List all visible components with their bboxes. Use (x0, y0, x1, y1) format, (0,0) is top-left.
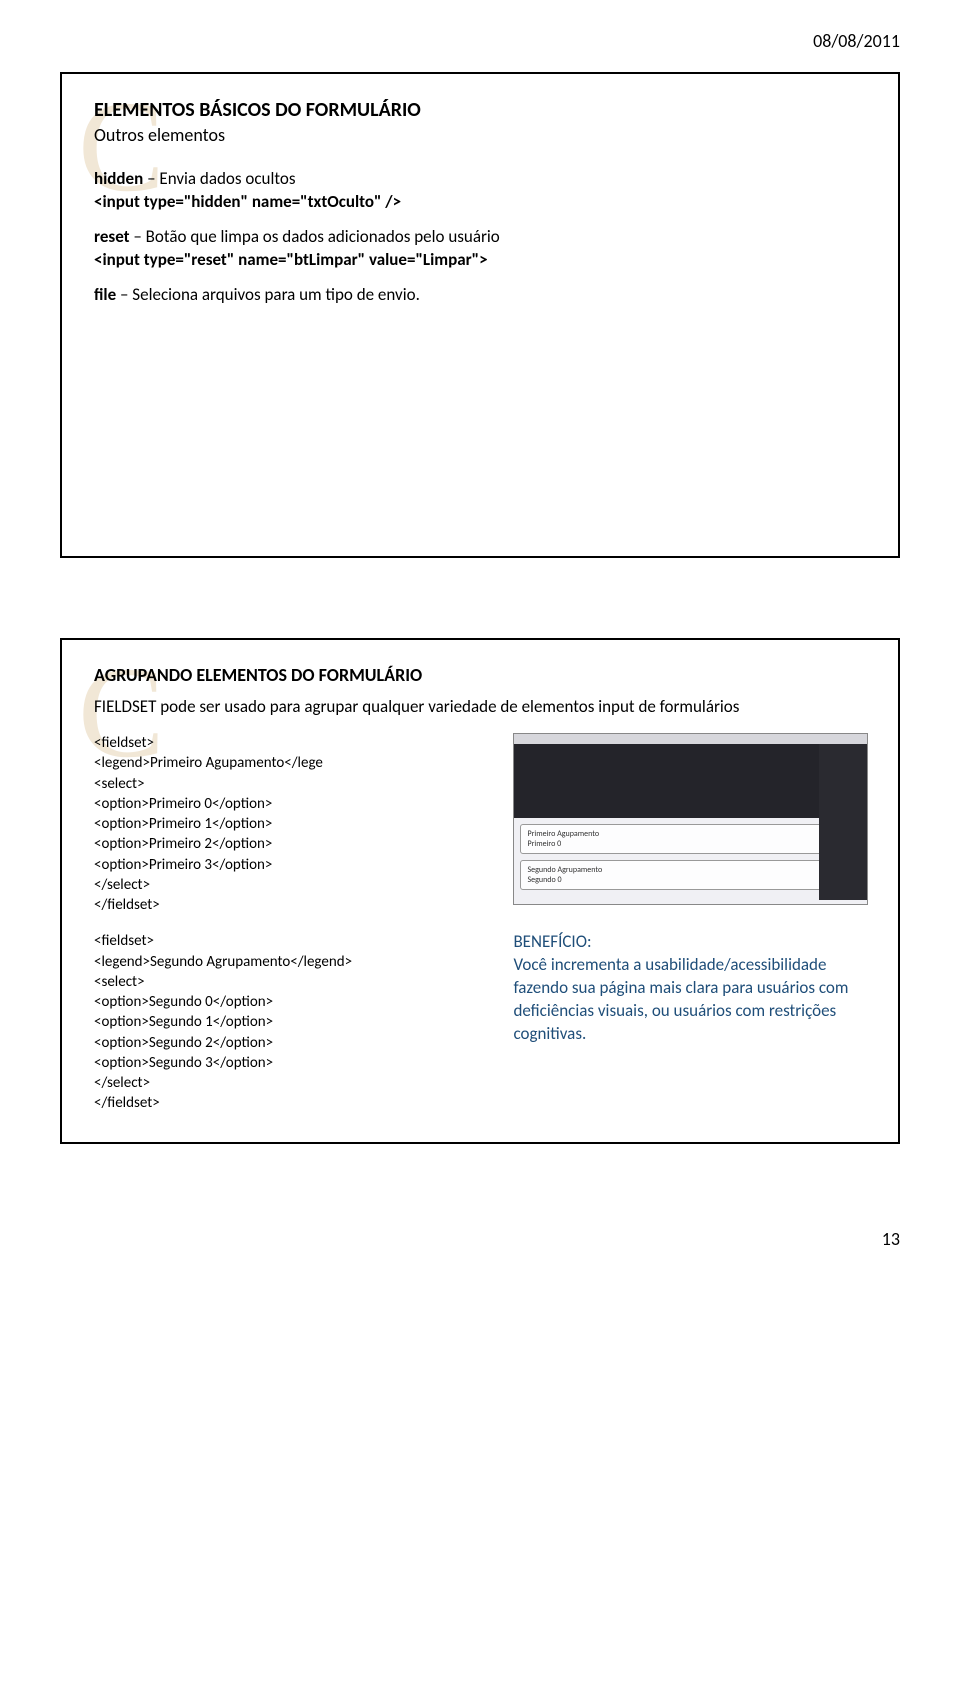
hidden-description: hidden – Envia dados ocultos <input type… (94, 168, 866, 214)
code2-line: </select> (94, 1073, 495, 1093)
code1-line: <option>Primeiro 1</option> (94, 814, 495, 834)
reset-label: reset (94, 226, 130, 247)
screenshot-legend-1: Primeiro Agupamento (527, 829, 599, 839)
row-code-benefit: <fieldset> <legend>Segundo Agrupamento</… (94, 931, 866, 1113)
code-block-1: <fieldset> <legend>Primeiro Agupamento</… (94, 733, 495, 915)
file-description: file – Seleciona arquivos para um tipo d… (94, 284, 866, 307)
code1-line: <legend>Primeiro Agupamento</lege (94, 753, 495, 773)
file-label: file (94, 284, 116, 305)
screenshot-opt-1: Primeiro 0 (527, 839, 561, 849)
slide-1: C ELEMENTOS BÁSICOS DO FORMULÁRIO Outros… (60, 72, 900, 558)
screenshot-container: Primeiro Agupamento Primeiro 0 Segundo A… (513, 733, 866, 915)
screenshot-opt-2: Segundo 0 (527, 875, 561, 885)
row-code-screenshot: <fieldset> <legend>Primeiro Agupamento</… (94, 733, 866, 915)
code1-line: </select> (94, 875, 495, 895)
code2-line: <option>Segundo 2</option> (94, 1033, 495, 1053)
code1-line: <option>Primeiro 3</option> (94, 855, 495, 875)
code1-line: <select> (94, 774, 495, 794)
screenshot-fieldset-2: Segundo Agrupamento Segundo 0 (520, 860, 861, 890)
slide1-title: ELEMENTOS BÁSICOS DO FORMULÁRIO (94, 98, 866, 122)
hidden-label: hidden (94, 168, 143, 189)
reset-code: <input type="reset" name="btLimpar" valu… (94, 249, 488, 270)
slide2-title: AGRUPANDO ELEMENTOS DO FORMULÁRIO (94, 664, 866, 686)
editor-screenshot: Primeiro Agupamento Primeiro 0 Segundo A… (513, 733, 868, 905)
hidden-desc-text: – Envia dados ocultos (143, 168, 295, 189)
code1-line: </fieldset> (94, 895, 495, 915)
code2-line: <legend>Segundo Agrupamento</legend> (94, 952, 495, 972)
code2-line: <option>Segundo 1</option> (94, 1012, 495, 1032)
screenshot-fieldset-1: Primeiro Agupamento Primeiro 0 (520, 824, 861, 854)
benefit-block: BENEFÍCIO: Você incrementa a usabilidade… (513, 931, 866, 1113)
slide2-desc: FIELDSET pode ser usado para agrupar qua… (94, 696, 866, 717)
screenshot-legend-2: Segundo Agrupamento (527, 865, 602, 875)
slide-2: C AGRUPANDO ELEMENTOS DO FORMULÁRIO FIEL… (60, 638, 900, 1144)
reset-description: reset – Botão que limpa os dados adicion… (94, 226, 866, 272)
page-number: 13 (60, 1224, 900, 1270)
file-desc-text: – Seleciona arquivos para um tipo de env… (116, 284, 420, 305)
code2-line: <select> (94, 972, 495, 992)
benefit-label: BENEFÍCIO: (513, 931, 866, 954)
hidden-code: <input type="hidden" name="txtOculto" /> (94, 191, 401, 212)
header-date: 08/08/2011 (60, 30, 900, 72)
code2-line: <option>Segundo 3</option> (94, 1053, 495, 1073)
code1-line: <option>Primeiro 0</option> (94, 794, 495, 814)
reset-desc-text: – Botão que limpa os dados adicionados p… (130, 226, 500, 247)
code2-line: </fieldset> (94, 1093, 495, 1113)
benefit-text: Você incrementa a usabilidade/acessibili… (513, 954, 866, 1046)
code2-line: <fieldset> (94, 931, 495, 951)
slide1-subtitle: Outros elementos (94, 124, 866, 146)
code-block-2: <fieldset> <legend>Segundo Agrupamento</… (94, 931, 495, 1113)
code2-line: <option>Segundo 0</option> (94, 992, 495, 1012)
code1-line: <option>Primeiro 2</option> (94, 834, 495, 854)
code1-line: <fieldset> (94, 733, 495, 753)
